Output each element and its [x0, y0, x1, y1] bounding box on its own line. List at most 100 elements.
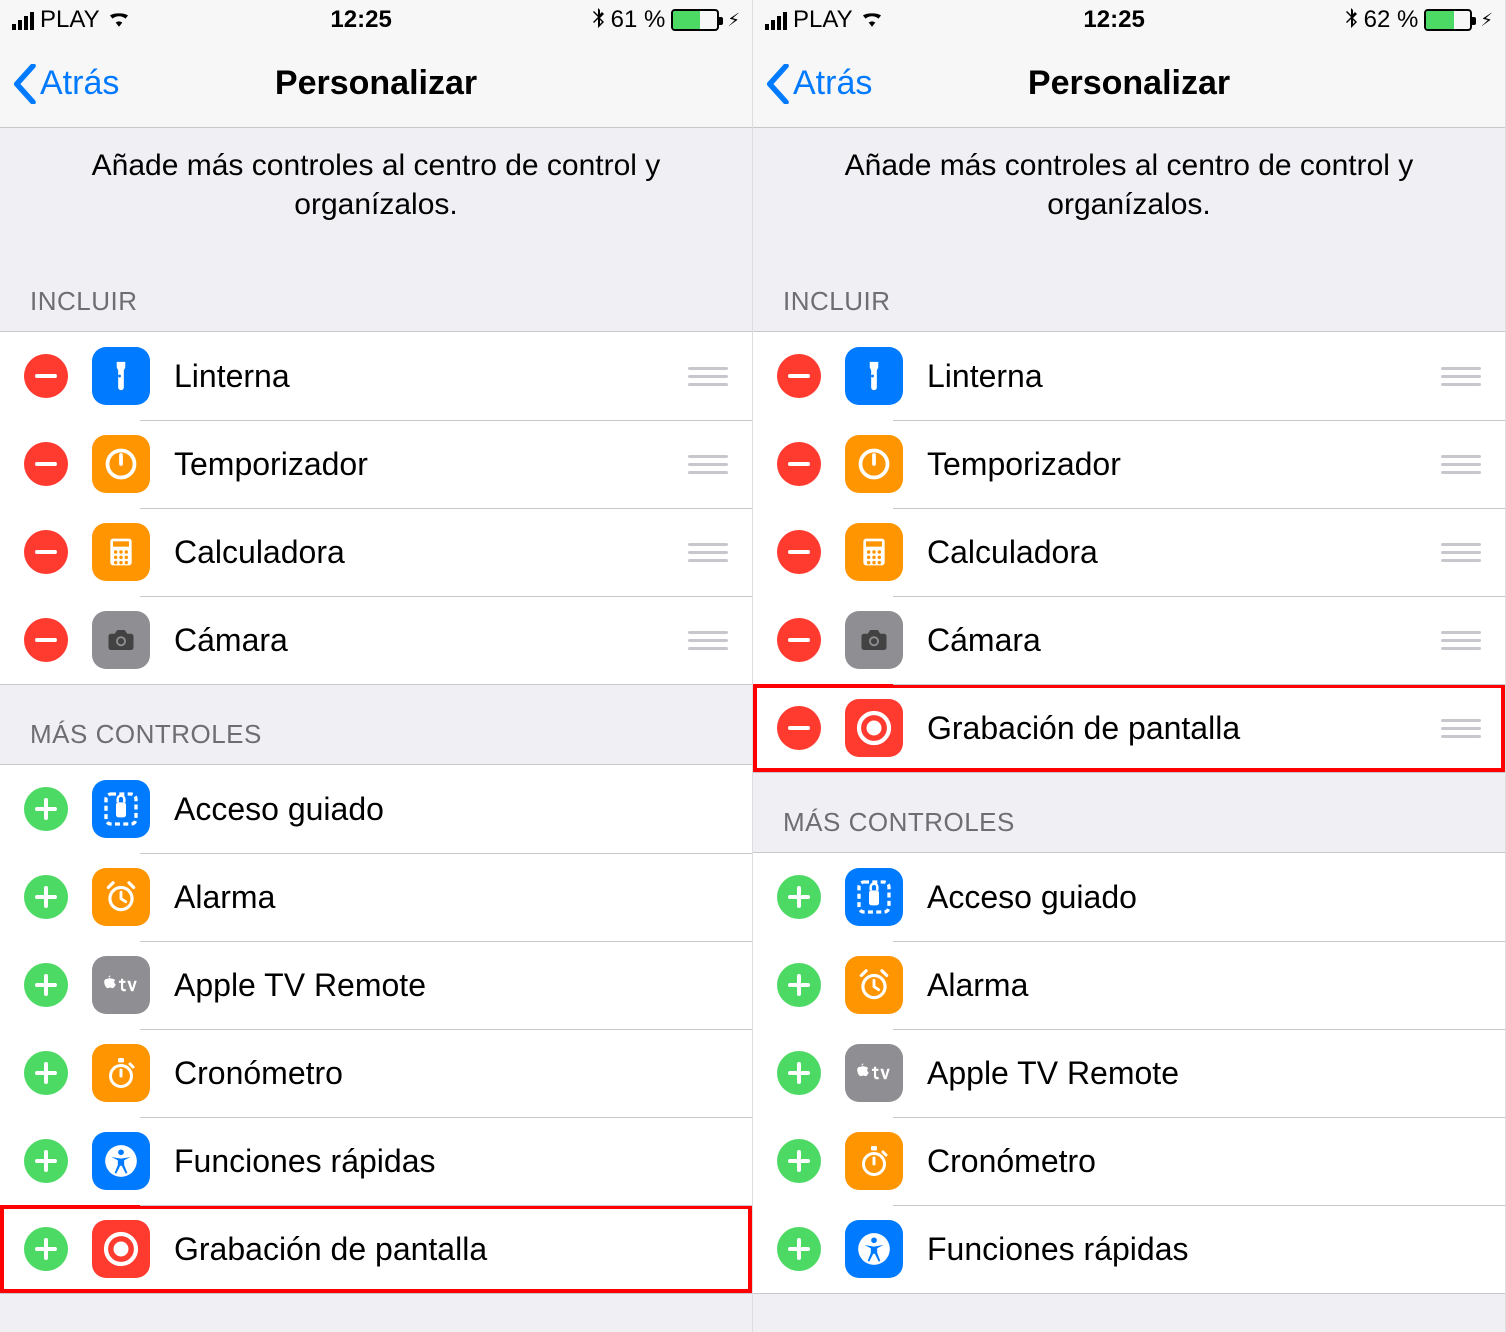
- battery-icon: [671, 9, 719, 31]
- camera-icon: [92, 611, 150, 669]
- add-button[interactable]: [777, 1227, 821, 1271]
- list-row: Apple TV Remote: [0, 941, 752, 1029]
- charging-icon: ⚡︎: [727, 10, 740, 31]
- add-button[interactable]: [24, 1227, 68, 1271]
- add-button[interactable]: [777, 963, 821, 1007]
- remove-button[interactable]: [777, 530, 821, 574]
- carrier-label: PLAY: [40, 6, 100, 34]
- status-bar: PLAY 12:25 62 % ⚡︎: [753, 0, 1505, 40]
- row-label: Calculadora: [927, 534, 1441, 571]
- remove-button[interactable]: [777, 706, 821, 750]
- appletv-icon: [845, 1044, 903, 1102]
- list-row: Temporizador: [0, 420, 752, 508]
- carrier-label: PLAY: [793, 6, 853, 34]
- drag-handle-icon[interactable]: [1441, 719, 1481, 738]
- section-header-more: MÁS CONTROLES: [0, 685, 752, 764]
- row-label: Linterna: [174, 358, 688, 395]
- more-list: Acceso guiado Alarma Apple TV Remote Cronóm…: [753, 852, 1505, 1294]
- back-label: Atrás: [793, 64, 872, 103]
- status-time: 12:25: [1083, 6, 1144, 34]
- row-label: Linterna: [927, 358, 1441, 395]
- remove-button[interactable]: [777, 442, 821, 486]
- drag-handle-icon[interactable]: [1441, 455, 1481, 474]
- page-description: Añade más controles al centro de control…: [0, 128, 752, 252]
- remove-button[interactable]: [777, 354, 821, 398]
- include-list: Linterna Temporizador Calculadora Cámara Gra…: [753, 331, 1505, 773]
- nav-bar: Atrás Personalizar: [0, 40, 752, 128]
- list-row: Apple TV Remote: [753, 1029, 1505, 1117]
- charging-icon: ⚡︎: [1480, 10, 1493, 31]
- drag-handle-icon[interactable]: [1441, 543, 1481, 562]
- remove-button[interactable]: [777, 618, 821, 662]
- list-row: Calculadora: [0, 508, 752, 596]
- add-button[interactable]: [777, 875, 821, 919]
- row-label: Cronómetro: [174, 1055, 752, 1092]
- add-button[interactable]: [777, 1051, 821, 1095]
- add-button[interactable]: [777, 1139, 821, 1183]
- wifi-icon: [106, 6, 132, 34]
- section-header-more: MÁS CONTROLES: [753, 773, 1505, 852]
- drag-handle-icon[interactable]: [688, 367, 728, 386]
- stopwatch-icon: [845, 1132, 903, 1190]
- list-row: Cronómetro: [753, 1117, 1505, 1205]
- add-button[interactable]: [24, 963, 68, 1007]
- timer-icon: [845, 435, 903, 493]
- back-button[interactable]: Atrás: [765, 64, 872, 104]
- row-label: Funciones rápidas: [174, 1143, 752, 1180]
- drag-handle-icon[interactable]: [1441, 367, 1481, 386]
- drag-handle-icon[interactable]: [688, 455, 728, 474]
- back-label: Atrás: [40, 64, 119, 103]
- list-row: Grabación de pantalla: [0, 1205, 752, 1293]
- battery-percent: 62 %: [1364, 6, 1419, 34]
- add-button[interactable]: [24, 875, 68, 919]
- remove-button[interactable]: [24, 530, 68, 574]
- list-row: Linterna: [753, 332, 1505, 420]
- list-row: Alarma: [753, 941, 1505, 1029]
- row-label: Alarma: [174, 879, 752, 916]
- status-bar: PLAY 12:25 61 % ⚡︎: [0, 0, 752, 40]
- status-time: 12:25: [330, 6, 391, 34]
- row-label: Apple TV Remote: [174, 967, 752, 1004]
- add-button[interactable]: [24, 1139, 68, 1183]
- remove-button[interactable]: [24, 618, 68, 662]
- calc-icon: [845, 523, 903, 581]
- timer-icon: [92, 435, 150, 493]
- camera-icon: [845, 611, 903, 669]
- row-label: Cámara: [927, 622, 1441, 659]
- drag-handle-icon[interactable]: [688, 631, 728, 650]
- bluetooth-icon: [1344, 6, 1358, 35]
- include-list: Linterna Temporizador CalculadoraCámara: [0, 331, 752, 685]
- stopwatch-icon: [92, 1044, 150, 1102]
- drag-handle-icon[interactable]: [688, 543, 728, 562]
- row-label: Funciones rápidas: [927, 1231, 1505, 1268]
- list-row: Funciones rápidas: [753, 1205, 1505, 1293]
- list-row: Acceso guiado: [0, 765, 752, 853]
- battery-percent: 61 %: [611, 6, 666, 34]
- row-label: Apple TV Remote: [927, 1055, 1505, 1092]
- calc-icon: [92, 523, 150, 581]
- row-label: Acceso guiado: [927, 879, 1505, 916]
- remove-button[interactable]: [24, 442, 68, 486]
- screenrec-icon: [92, 1220, 150, 1278]
- list-row: Funciones rápidas: [0, 1117, 752, 1205]
- guided-icon: [845, 868, 903, 926]
- row-label: Temporizador: [174, 446, 688, 483]
- phone-right: PLAY 12:25 62 % ⚡︎ Atrás Personalizar Añ…: [753, 0, 1506, 1332]
- add-button[interactable]: [24, 787, 68, 831]
- row-label: Cronómetro: [927, 1143, 1505, 1180]
- battery-icon: [1424, 9, 1472, 31]
- section-header-include: INCLUIR: [0, 252, 752, 331]
- row-label: Grabación de pantalla: [927, 710, 1441, 747]
- list-row: Cámara: [0, 596, 752, 684]
- back-button[interactable]: Atrás: [12, 64, 119, 104]
- add-button[interactable]: [24, 1051, 68, 1095]
- accessibility-icon: [92, 1132, 150, 1190]
- flashlight-icon: [92, 347, 150, 405]
- phone-left: PLAY 12:25 61 % ⚡︎ Atrás Personalizar Añ…: [0, 0, 753, 1332]
- list-row: Cronómetro: [0, 1029, 752, 1117]
- list-row: Temporizador: [753, 420, 1505, 508]
- alarm-icon: [845, 956, 903, 1014]
- list-row: Calculadora: [753, 508, 1505, 596]
- remove-button[interactable]: [24, 354, 68, 398]
- drag-handle-icon[interactable]: [1441, 631, 1481, 650]
